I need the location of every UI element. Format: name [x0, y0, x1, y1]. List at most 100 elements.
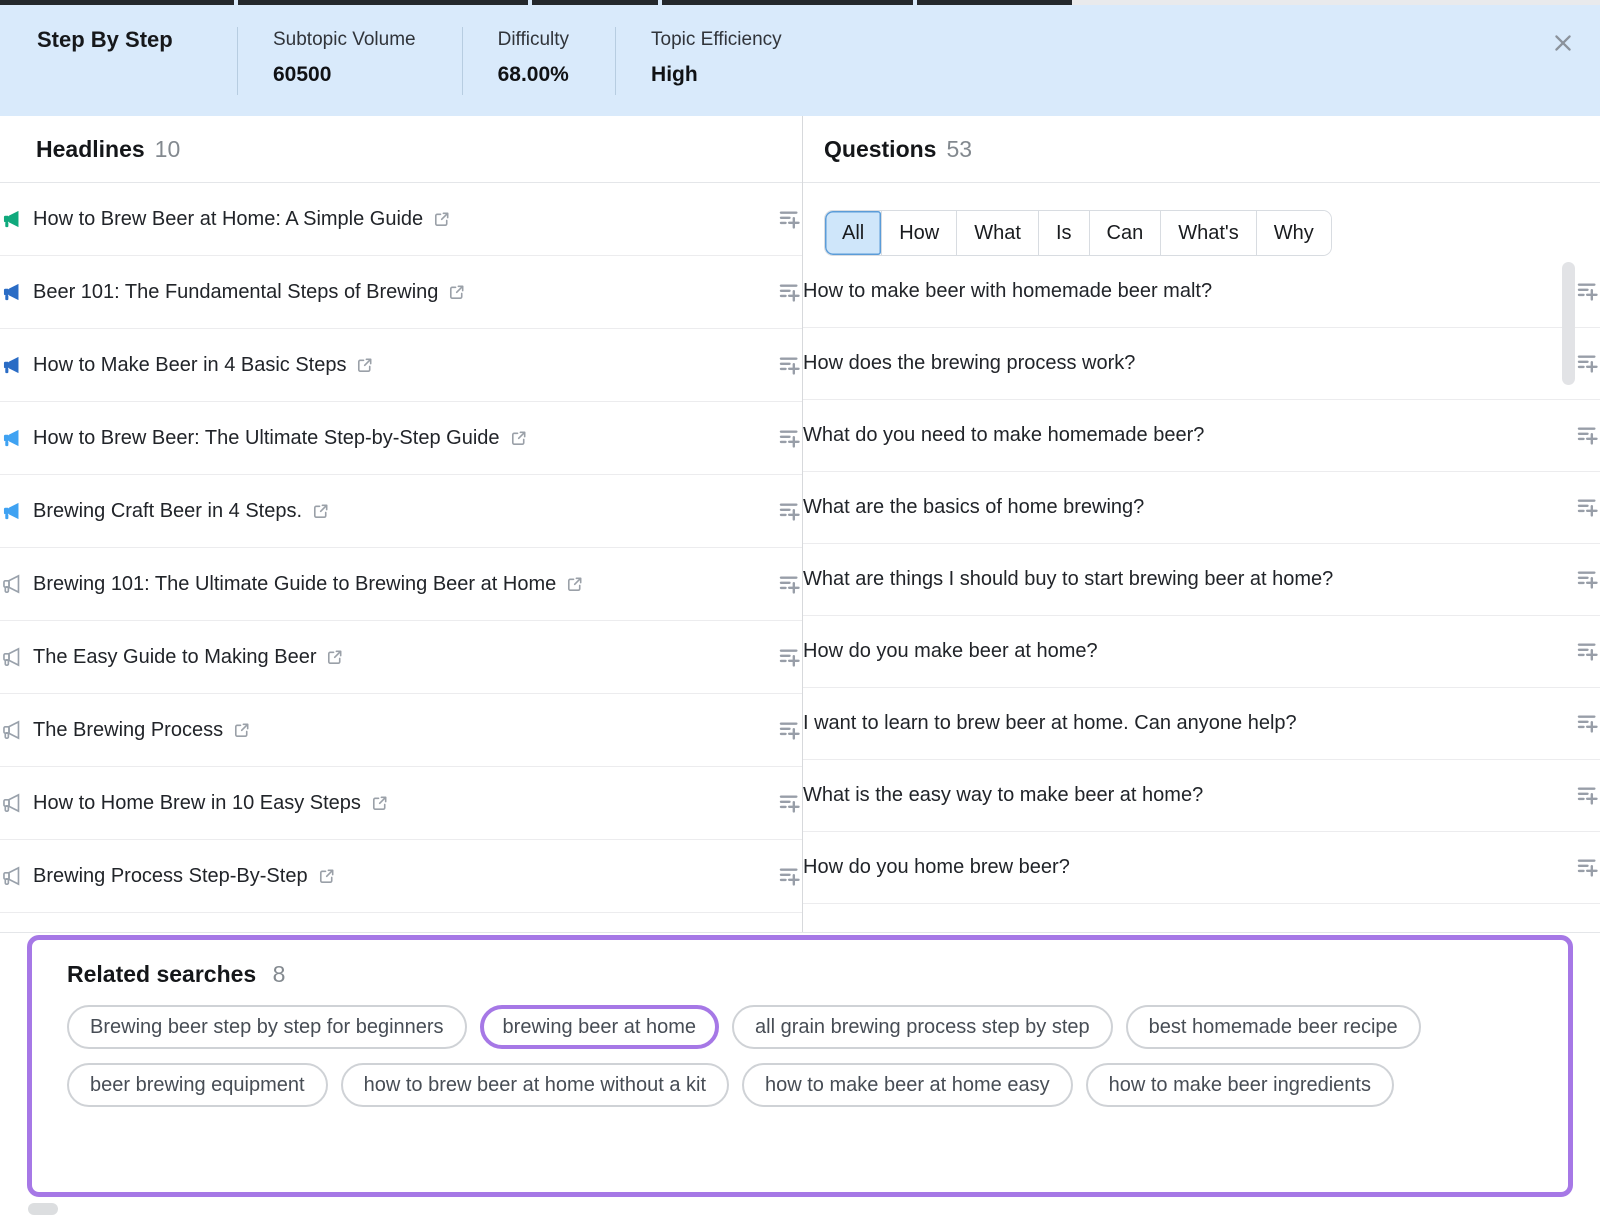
- headline-text[interactable]: How to Make Beer in 4 Basic Steps: [33, 354, 346, 377]
- question-text: What are the basics of home brewing?: [803, 496, 1144, 519]
- questions-scrollbar-thumb[interactable]: [1562, 262, 1575, 385]
- add-to-list-button[interactable]: [1575, 711, 1600, 736]
- question-filter-tab-can[interactable]: Can: [1089, 211, 1161, 255]
- headline-row: The Brewing Process: [0, 694, 802, 767]
- question-row: How do you home brew beer?: [803, 832, 1600, 904]
- add-to-list-button[interactable]: [1575, 855, 1600, 880]
- external-link-icon[interactable]: [565, 575, 584, 594]
- add-to-list-button[interactable]: [777, 280, 802, 305]
- related-search-chip[interactable]: brewing beer at home: [480, 1005, 719, 1049]
- stat-value: 68.00%: [498, 63, 569, 87]
- question-text: What is the easy way to make beer at hom…: [803, 784, 1203, 807]
- headline-row: How to Brew Beer at Home: A Simple Guide: [0, 183, 802, 256]
- add-to-list-button[interactable]: [777, 572, 802, 597]
- question-row: What is the easy way to make beer at hom…: [803, 760, 1600, 832]
- question-filter-tab-how[interactable]: How: [881, 211, 956, 255]
- stat-value: High: [651, 63, 782, 87]
- add-to-list-button[interactable]: [777, 207, 802, 232]
- headline-text[interactable]: How to Brew Beer at Home: A Simple Guide: [33, 208, 423, 231]
- external-link-icon[interactable]: [432, 210, 451, 229]
- headline-text[interactable]: Beer 101: The Fundamental Steps of Brewi…: [33, 281, 438, 304]
- megaphone-icon: [0, 646, 22, 668]
- add-to-list-button[interactable]: [777, 718, 802, 743]
- headline-row: Brewing 101: The Ultimate Guide to Brewi…: [0, 548, 802, 621]
- question-row: How to make beer with homemade beer malt…: [803, 256, 1600, 328]
- question-filter-tab-is[interactable]: Is: [1038, 211, 1089, 255]
- question-row: How does the brewing process work?: [803, 328, 1600, 400]
- megaphone-icon: [0, 500, 22, 522]
- add-to-list-button[interactable]: [777, 353, 802, 378]
- content-area: Headlines 10 How to Brew Beer at Home: A…: [0, 116, 1600, 933]
- related-search-chip[interactable]: best homemade beer recipe: [1126, 1005, 1421, 1049]
- megaphone-icon: [0, 354, 22, 376]
- question-text: What are things I should buy to start br…: [803, 568, 1333, 591]
- add-to-list-button[interactable]: [1575, 279, 1600, 304]
- questions-list: How to make beer with homemade beer malt…: [803, 256, 1600, 904]
- external-link-icon[interactable]: [311, 502, 330, 521]
- questions-count: 53: [946, 136, 972, 163]
- megaphone-icon: [0, 427, 22, 449]
- question-text: I want to learn to brew beer at home. Ca…: [803, 712, 1297, 735]
- question-filter-tab-all[interactable]: All: [825, 211, 881, 255]
- headline-row: Brewing Craft Beer in 4 Steps.: [0, 475, 802, 548]
- external-link-icon[interactable]: [370, 794, 389, 813]
- add-to-list-button[interactable]: [777, 426, 802, 451]
- add-to-list-button[interactable]: [1575, 351, 1600, 376]
- add-to-list-button[interactable]: [1575, 783, 1600, 808]
- related-search-chip[interactable]: how to make beer at home easy: [742, 1063, 1073, 1107]
- question-filter-tab-whats[interactable]: What's: [1160, 211, 1256, 255]
- question-text: What do you need to make homemade beer?: [803, 424, 1204, 447]
- external-link-icon[interactable]: [447, 283, 466, 302]
- question-text: How do you make beer at home?: [803, 640, 1098, 663]
- external-link-icon[interactable]: [325, 648, 344, 667]
- headline-text[interactable]: How to Home Brew in 10 Easy Steps: [33, 792, 361, 815]
- related-search-chip[interactable]: all grain brewing process step by step: [732, 1005, 1113, 1049]
- question-text: How do you home brew beer?: [803, 856, 1070, 879]
- headline-text[interactable]: The Easy Guide to Making Beer: [33, 646, 316, 669]
- related-search-chip[interactable]: beer brewing equipment: [67, 1063, 328, 1107]
- external-link-icon[interactable]: [317, 867, 336, 886]
- question-filter-tab-why[interactable]: Why: [1256, 211, 1331, 255]
- headline-text[interactable]: How to Brew Beer: The Ultimate Step-by-S…: [33, 427, 500, 450]
- headline-text[interactable]: Brewing 101: The Ultimate Guide to Brewi…: [33, 573, 556, 596]
- related-search-chip[interactable]: how to make beer ingredients: [1086, 1063, 1394, 1107]
- questions-title: Questions: [824, 136, 936, 163]
- megaphone-icon: [0, 281, 22, 303]
- add-to-list-button[interactable]: [777, 645, 802, 670]
- external-link-icon[interactable]: [232, 721, 251, 740]
- megaphone-icon: [0, 719, 22, 741]
- headline-row: How to Brew Beer: The Ultimate Step-by-S…: [0, 402, 802, 475]
- topic-header-bar: Step By Step Subtopic Volume 60500 Diffi…: [0, 5, 1600, 116]
- headline-row: The Easy Guide to Making Beer: [0, 621, 802, 694]
- stat-subtopic-volume: Subtopic Volume 60500: [237, 27, 462, 95]
- close-icon[interactable]: [1550, 31, 1576, 57]
- related-searches-chips: Brewing beer step by step for beginners b…: [67, 1005, 1548, 1107]
- related-searches-count: 8: [273, 961, 286, 987]
- headlines-panel: Headlines 10 How to Brew Beer at Home: A…: [0, 116, 803, 932]
- question-filter-tab-what[interactable]: What: [956, 211, 1038, 255]
- headline-row: Brewing Process Step-By-Step: [0, 840, 802, 913]
- headline-text[interactable]: Brewing Craft Beer in 4 Steps.: [33, 500, 302, 523]
- related-search-chip[interactable]: how to brew beer at home without a kit: [341, 1063, 729, 1107]
- external-link-icon[interactable]: [355, 356, 374, 375]
- headline-text[interactable]: Brewing Process Step-By-Step: [33, 865, 308, 888]
- stat-label: Topic Efficiency: [651, 27, 782, 53]
- question-filter-tabs: AllHowWhatIsCanWhat'sWhy: [824, 210, 1332, 256]
- question-row: How do you make beer at home?: [803, 616, 1600, 688]
- headline-text[interactable]: The Brewing Process: [33, 719, 223, 742]
- add-to-list-button[interactable]: [1575, 639, 1600, 664]
- add-to-list-button[interactable]: [777, 499, 802, 524]
- add-to-list-button[interactable]: [1575, 423, 1600, 448]
- stat-difficulty: Difficulty 68.00%: [462, 27, 615, 95]
- megaphone-icon: [0, 865, 22, 887]
- add-to-list-button[interactable]: [777, 791, 802, 816]
- add-to-list-button[interactable]: [1575, 567, 1600, 592]
- related-search-chip[interactable]: Brewing beer step by step for beginners: [67, 1005, 467, 1049]
- add-to-list-button[interactable]: [1575, 495, 1600, 520]
- question-row: I want to learn to brew beer at home. Ca…: [803, 688, 1600, 760]
- add-to-list-button[interactable]: [777, 864, 802, 889]
- headline-row: How to Home Brew in 10 Easy Steps: [0, 767, 802, 840]
- question-row: What are things I should buy to start br…: [803, 544, 1600, 616]
- external-link-icon[interactable]: [509, 429, 528, 448]
- stat-value: 60500: [273, 63, 416, 87]
